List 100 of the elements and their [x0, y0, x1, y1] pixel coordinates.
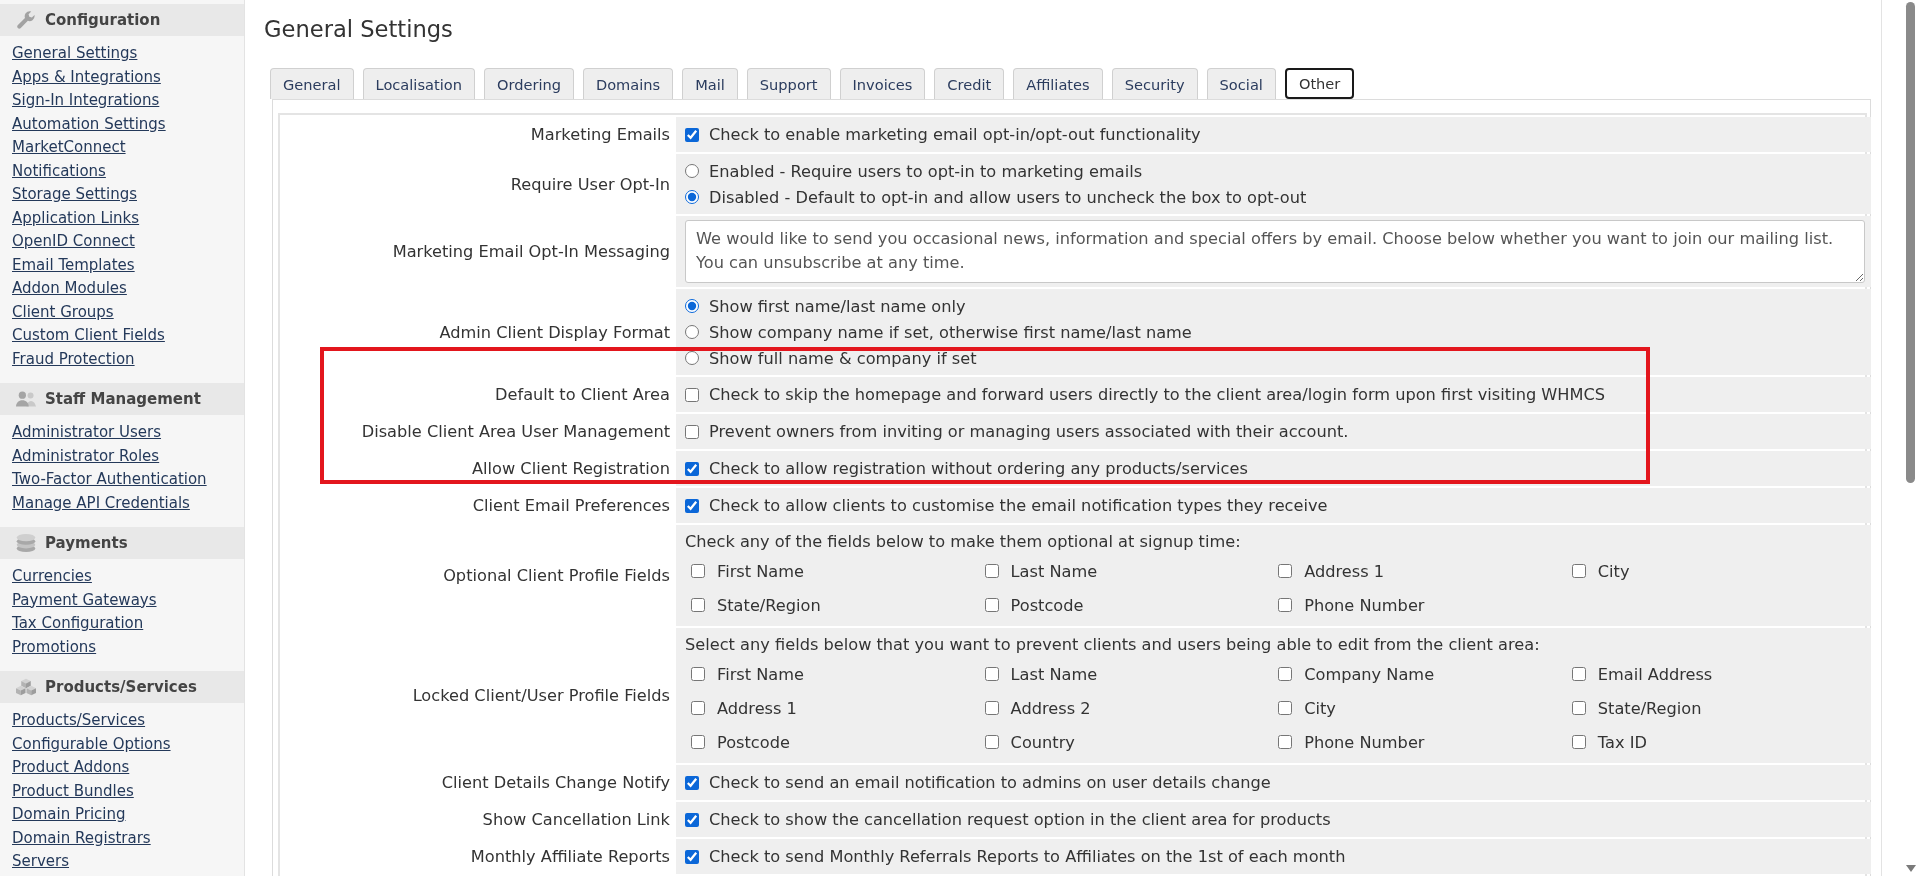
checkbox[interactable]	[1571, 735, 1586, 749]
scrollbar-thumb[interactable]	[1906, 2, 1915, 483]
checkbox[interactable]	[685, 424, 699, 439]
sidebar-link[interactable]: OpenID Connect	[12, 230, 135, 254]
sidebar-section-title: Configuration	[45, 11, 161, 29]
checkbox-label: Postcode	[1010, 595, 1084, 615]
checkbox[interactable]	[1278, 598, 1293, 612]
sidebar-link[interactable]: Tax Configuration	[12, 612, 144, 636]
sidebar-link[interactable]: Domain Registrars	[12, 826, 151, 850]
settings-tab[interactable]: Invoices	[839, 68, 926, 99]
sidebar-link[interactable]: Configurable Options	[12, 732, 171, 756]
checkbox[interactable]	[685, 849, 699, 864]
checkbox-label: Check to send Monthly Referrals Reports to Affiliates on the 1st of each month	[709, 847, 1346, 866]
checkbox[interactable]	[1278, 735, 1293, 749]
settings-tab[interactable]: General	[270, 68, 354, 99]
settings-tab[interactable]: Social	[1206, 68, 1276, 99]
checkbox-label: City	[1304, 698, 1336, 718]
checkbox-label: Email Address	[1597, 664, 1713, 684]
checkbox[interactable]	[984, 598, 999, 612]
sidebar-link[interactable]: Promotions	[12, 635, 97, 659]
settings-tab[interactable]: Other	[1284, 68, 1355, 99]
sidebar-link[interactable]: Product Bundles	[12, 779, 134, 803]
checkbox[interactable]	[691, 564, 705, 578]
settings-tab[interactable]: Domains	[582, 68, 674, 99]
checkbox[interactable]	[1278, 564, 1293, 578]
radio-button[interactable]	[685, 351, 699, 365]
sidebar-link[interactable]: Fraud Protection	[12, 347, 135, 371]
checkbox[interactable]	[685, 812, 699, 827]
page-title: General Settings	[264, 15, 453, 44]
checkbox[interactable]	[1571, 667, 1586, 681]
checkbox[interactable]	[691, 735, 705, 749]
sidebar-link[interactable]: Client Groups	[12, 300, 114, 324]
sidebar-link[interactable]: Two-Factor Authentication	[12, 468, 207, 492]
sidebar-link[interactable]: Payment Gateways	[12, 588, 157, 612]
message-textarea[interactable]: We would like to send you occasional news, information and special offers by email. Choose below whether you want to join our mailing list. You can unsubscribe at any time.	[685, 220, 1866, 283]
checkbox[interactable]	[984, 701, 999, 715]
radio-button[interactable]	[685, 164, 699, 178]
setting-label: Client Email Preferences	[472, 496, 670, 515]
radio-button[interactable]	[685, 299, 699, 313]
sidebar-link[interactable]: Product Addons	[12, 756, 130, 780]
sidebar-link[interactable]: MarketConnect	[12, 136, 126, 160]
settings-tab[interactable]: Credit	[934, 68, 1005, 99]
checkbox-label: Address 1	[1304, 561, 1385, 581]
scroll-down-icon[interactable]	[1906, 865, 1916, 872]
checkbox-label: State/Region	[717, 595, 821, 615]
checkbox-label: Address 1	[717, 698, 797, 718]
checkbox[interactable]	[685, 775, 699, 790]
settings-tab[interactable]: Security	[1111, 68, 1198, 99]
radio-button[interactable]	[685, 190, 699, 204]
checkbox[interactable]	[984, 735, 999, 749]
checkbox-label: Check to allow registration without ordering any products/services	[709, 459, 1248, 478]
checkbox[interactable]	[984, 564, 999, 578]
field-description: Check any of the fields below to make them optional at signup time:	[685, 531, 1241, 553]
settings-tab[interactable]: Affiliates	[1013, 68, 1103, 99]
checkbox[interactable]	[685, 461, 699, 476]
sidebar-link[interactable]: Email Templates	[12, 253, 135, 277]
sidebar-link[interactable]: Apps & Integrations	[12, 65, 161, 89]
sidebar-link[interactable]: Domain Pricing	[12, 803, 126, 827]
cubes-icon	[16, 678, 36, 696]
sidebar-link[interactable]: Products/Services	[12, 709, 146, 733]
checkbox[interactable]	[1571, 701, 1586, 715]
sidebar-link[interactable]: Automation Settings	[12, 112, 166, 136]
setting-label: Client Details Change Notify	[441, 773, 670, 792]
checkbox[interactable]	[691, 598, 705, 612]
settings-tab[interactable]: Mail	[682, 68, 738, 99]
checkbox[interactable]	[984, 667, 999, 681]
checkbox[interactable]	[691, 701, 705, 715]
settings-tab[interactable]: Support	[746, 68, 831, 99]
setting-label: Optional Client Profile Fields	[443, 566, 670, 585]
checkbox[interactable]	[685, 127, 699, 142]
sidebar-link[interactable]: Manage API Credentials	[12, 491, 190, 515]
checkbox[interactable]	[685, 387, 699, 402]
sidebar-link[interactable]: General Settings	[12, 42, 138, 66]
sidebar-link[interactable]: Storage Settings	[12, 183, 137, 207]
sidebar-section-title: Products/Services	[45, 678, 197, 696]
sidebar-link[interactable]: Application Links	[12, 206, 140, 230]
settings-tab[interactable]: Localisation	[362, 68, 475, 99]
checkbox-label: First Name	[717, 664, 804, 684]
sidebar-link[interactable]: Currencies	[12, 565, 92, 589]
sidebar-link[interactable]: Administrator Users	[12, 421, 162, 445]
checkbox[interactable]	[685, 498, 699, 513]
sidebar-link[interactable]: Administrator Roles	[12, 444, 160, 468]
settings-tab[interactable]: Ordering	[483, 68, 574, 99]
checkbox-label: State/Region	[1597, 698, 1702, 718]
radio-label: Show full name & company if set	[709, 348, 977, 368]
checkbox[interactable]	[1571, 564, 1586, 578]
radio-button[interactable]	[685, 325, 699, 339]
checkbox-label: Address 2	[1010, 698, 1091, 718]
checkbox[interactable]	[1278, 667, 1293, 681]
checkbox-label: Check to skip the homepage and forward users directly to the client area/login form upon first visiting WHMCS	[709, 385, 1606, 404]
checkbox-label: Phone Number	[1304, 595, 1425, 615]
sidebar-link[interactable]: Servers	[12, 850, 69, 874]
sidebar-link[interactable]: Sign-In Integrations	[12, 89, 160, 113]
checkbox[interactable]	[1278, 701, 1293, 715]
sidebar-link[interactable]: Notifications	[12, 159, 106, 183]
sidebar-link[interactable]: Addon Modules	[12, 277, 127, 301]
checkbox-label: City	[1597, 561, 1630, 581]
checkbox[interactable]	[691, 667, 705, 681]
sidebar-link[interactable]: Custom Client Fields	[12, 324, 165, 348]
people-icon	[16, 390, 36, 408]
